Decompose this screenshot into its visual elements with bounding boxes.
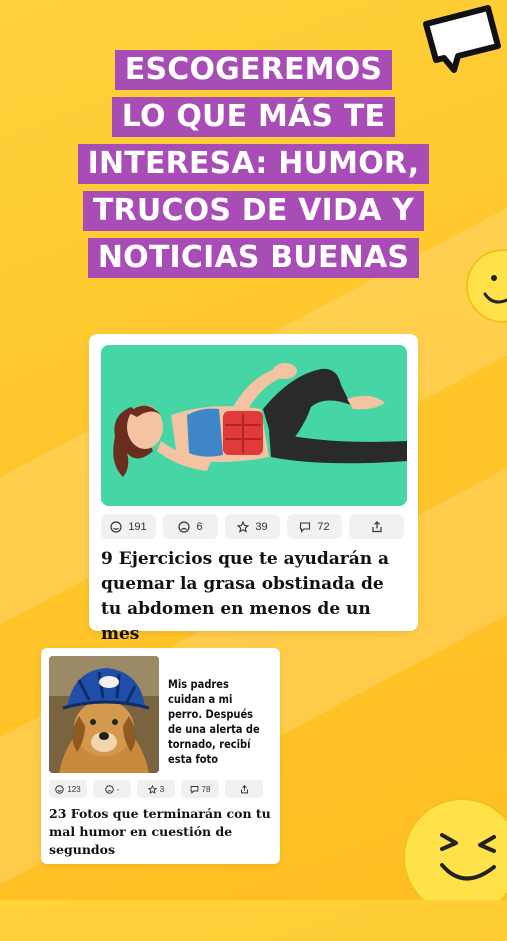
share-button[interactable] <box>349 514 404 539</box>
laugh-icon <box>55 784 65 794</box>
star-button[interactable]: 39 <box>225 514 280 539</box>
headline-line: NOTICIAS BUENAS <box>87 238 420 278</box>
star-icon <box>237 520 250 533</box>
sad-icon <box>104 784 114 794</box>
reaction-bar: 123 - 3 78 <box>49 780 263 798</box>
share-button[interactable] <box>225 780 263 798</box>
laugh-icon <box>110 520 122 533</box>
smiley-face-icon <box>402 795 507 900</box>
article-card[interactable]: Mis padres cuidan a mi perro. Después de… <box>41 648 280 864</box>
image-caption: Mis padres cuidan a mi perro. Después de… <box>168 677 260 766</box>
laugh-count: 123 <box>67 784 81 794</box>
article-title[interactable]: 23 Fotos que terminarán con tu mal humor… <box>49 805 274 859</box>
headline-line: ESCOGEREMOS <box>114 50 393 90</box>
share-icon <box>240 784 249 794</box>
sad-count: 6 <box>196 520 203 533</box>
comments-button[interactable]: 72 <box>287 514 342 539</box>
article-card[interactable]: 191 6 39 72 9 Ejercicios que te ayudarán… <box>89 334 418 644</box>
comments-button[interactable]: 78 <box>181 780 219 798</box>
share-icon <box>371 520 383 533</box>
comment-icon <box>190 785 199 794</box>
headline-line: LO QUE MÁS TE <box>111 97 396 137</box>
sad-count: - <box>116 784 120 794</box>
sad-icon <box>178 520 191 533</box>
laugh-count: 191 <box>128 520 147 533</box>
laugh-reaction-button[interactable]: 191 <box>101 514 156 539</box>
comments-count: 72 <box>317 520 330 533</box>
headline: ESCOGEREMOS LO QUE MÁS TE INTERESA: HUMO… <box>0 50 507 285</box>
star-icon <box>147 784 157 794</box>
laugh-reaction-button[interactable]: 123 <box>49 780 87 798</box>
comment-icon <box>299 521 311 533</box>
headline-line: INTERESA: HUMOR, <box>77 144 430 184</box>
star-button[interactable]: 3 <box>137 780 175 798</box>
headline-line: TRUCOS DE VIDA Y <box>82 191 425 231</box>
reaction-bar: 191 6 39 72 <box>101 514 404 539</box>
sad-reaction-button[interactable]: - <box>93 780 131 798</box>
sad-reaction-button[interactable]: 6 <box>163 514 218 539</box>
article-image[interactable] <box>101 345 407 506</box>
star-count: 3 <box>159 784 165 794</box>
article-image[interactable] <box>49 656 159 773</box>
article-title[interactable]: 9 Ejercicios que te ayudarán a quemar la… <box>101 547 406 647</box>
comments-count: 78 <box>201 784 211 794</box>
star-count: 39 <box>255 520 268 533</box>
